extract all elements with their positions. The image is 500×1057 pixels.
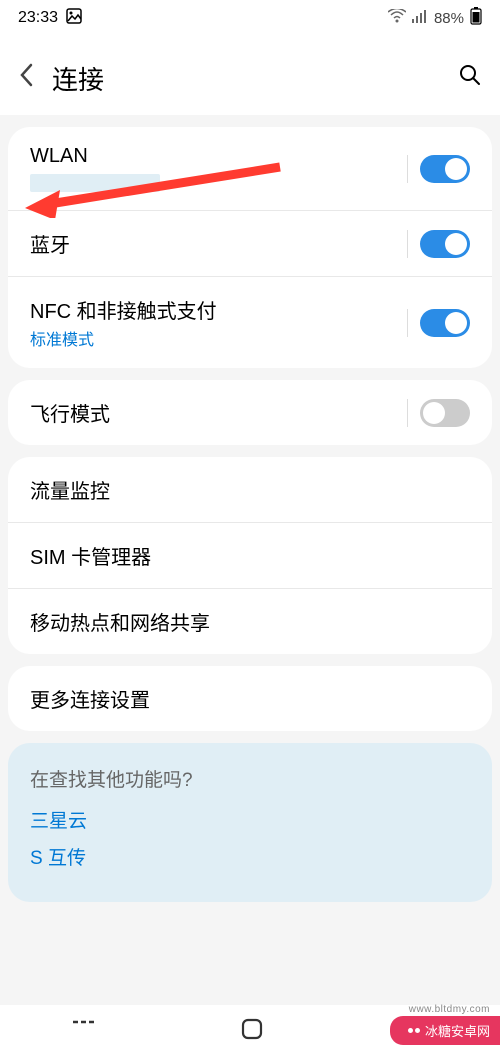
battery-pct: 88% [434,10,464,27]
nav-home[interactable] [241,1018,263,1045]
bluetooth-title: 蓝牙 [30,229,395,258]
nfc-title: NFC 和非接触式支付 [30,295,395,324]
header: 连接 [0,36,500,115]
sim-title: SIM 卡管理器 [30,541,470,570]
connection-card-3: 流量监控 SIM 卡管理器 移动热点和网络共享 [8,457,492,654]
signal-icon [412,9,428,27]
wlan-toggle[interactable] [420,155,470,183]
watermark-text: 冰糖安卓网 [425,1021,490,1040]
nfc-subtitle: 标准模式 [30,326,395,350]
data-usage-title: 流量监控 [30,475,470,504]
wifi-icon [388,9,406,27]
battery-icon [470,7,482,29]
setting-wlan[interactable]: WLAN [8,127,492,211]
search-button[interactable] [458,63,482,94]
divider [407,309,408,337]
setting-more-connections[interactable]: 更多连接设置 [8,666,492,731]
airplane-toggle[interactable] [420,399,470,427]
connection-card-1: WLAN 蓝牙 NFC 和非接触式支付 标准模式 [8,127,492,368]
setting-nfc[interactable]: NFC 和非接触式支付 标准模式 [8,277,492,368]
hotspot-title: 移动热点和网络共享 [30,607,470,636]
watermark-badge: 冰糖安卓网 [390,1016,500,1045]
looking-for-card: 在查找其他功能吗? 三星云 S 互传 [8,743,492,902]
connection-card-4: 更多连接设置 [8,666,492,731]
more-conn-title: 更多连接设置 [30,684,470,713]
wlan-title: WLAN [30,145,395,168]
gallery-icon [66,8,82,29]
page-title: 连接 [52,60,440,97]
bluetooth-toggle[interactable] [420,230,470,258]
setting-hotspot[interactable]: 移动热点和网络共享 [8,589,492,654]
status-time: 23:33 [18,9,58,27]
nav-recents[interactable] [73,1020,95,1043]
status-bar: 23:33 88% [0,0,500,36]
divider [407,230,408,258]
airplane-title: 飞行模式 [30,398,395,427]
wlan-network-name [30,174,160,192]
setting-sim[interactable]: SIM 卡管理器 [8,523,492,589]
setting-bluetooth[interactable]: 蓝牙 [8,211,492,277]
setting-data-usage[interactable]: 流量监控 [8,457,492,523]
nfc-toggle[interactable] [420,309,470,337]
looking-for-title: 在查找其他功能吗? [30,765,470,792]
divider [407,399,408,427]
samsung-cloud-link[interactable]: 三星云 [30,806,470,833]
watermark-url: www.bltdmy.com [409,1004,490,1015]
connection-card-2: 飞行模式 [8,380,492,445]
divider [407,155,408,183]
back-button[interactable] [18,62,34,95]
setting-airplane[interactable]: 飞行模式 [8,380,492,445]
s-transfer-link[interactable]: S 互传 [30,843,470,870]
